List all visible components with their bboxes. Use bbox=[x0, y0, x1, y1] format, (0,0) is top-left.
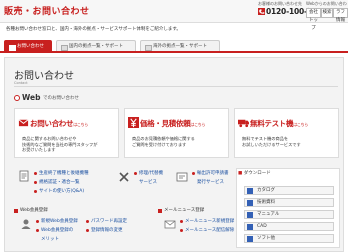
card-here-link[interactable]: はこちら bbox=[293, 122, 308, 127]
contact-card[interactable]: お問い合わせはこちら 商品に関するお問い合わせや 技術的なご質問を当社の専門スタ… bbox=[14, 108, 119, 158]
quote-card[interactable]: 価格・見積依頼はこちら 商品のお見積依頼や価格に関する ご質問を受け付けておりま… bbox=[124, 108, 229, 158]
web-member-heading: Web会員登録 bbox=[20, 208, 48, 213]
card-here-link[interactable]: はこちら bbox=[190, 122, 205, 127]
tab-label: お問い合わせ bbox=[17, 44, 44, 49]
link-bullet bbox=[34, 181, 37, 184]
title-divider bbox=[14, 86, 338, 87]
web-heading: Web bbox=[22, 93, 41, 102]
link-bullet bbox=[86, 220, 89, 223]
download-manual[interactable]: マニュアル bbox=[244, 210, 334, 219]
link-bullet bbox=[180, 229, 183, 232]
truck-icon bbox=[238, 119, 249, 128]
square-bullet-icon: ■ bbox=[238, 171, 243, 176]
download-label: CAD bbox=[257, 224, 267, 229]
new-member-link[interactable]: 新規Web会員登録 bbox=[41, 218, 78, 224]
download-software[interactable]: ソフト他 bbox=[244, 234, 334, 243]
member-benefits-link[interactable]: Web会員登録の bbox=[41, 227, 73, 233]
download-label: ソフト他 bbox=[257, 236, 275, 241]
bullet-icon bbox=[158, 209, 162, 213]
link-bullet bbox=[34, 172, 37, 175]
card-title-text: お問い合わせ bbox=[30, 119, 74, 128]
card-title-text: 価格・見積依頼 bbox=[140, 119, 191, 128]
company-top-button[interactable]: 会社トップ bbox=[306, 8, 321, 31]
certification-link[interactable]: 規格認証・適合一覧 bbox=[39, 179, 80, 185]
link-bullet bbox=[134, 172, 137, 175]
yen-icon bbox=[128, 117, 139, 128]
download-label: 技術資料 bbox=[257, 200, 275, 205]
link-bullet bbox=[34, 190, 37, 193]
export-permit-link[interactable]: 輸出許可申請書 bbox=[197, 170, 229, 176]
page-title: 販売・お問い合わせ bbox=[4, 7, 90, 17]
download-technical[interactable]: 技術資料 bbox=[244, 198, 334, 207]
repair-service-link[interactable]: 修理/代替機 bbox=[139, 170, 163, 176]
manual-icon bbox=[247, 212, 253, 218]
tab-underline bbox=[0, 51, 348, 53]
download-heading: ■ ダウンロード bbox=[238, 170, 271, 176]
repair-service-link-line2[interactable]: サービス bbox=[139, 179, 157, 185]
bullet-icon bbox=[14, 209, 18, 213]
link-bullet bbox=[180, 220, 183, 223]
catalog-icon bbox=[247, 188, 253, 194]
export-permit-link-line2[interactable]: 発行サービス bbox=[197, 179, 224, 185]
update-info-link[interactable]: 登録情報の変更 bbox=[91, 227, 123, 233]
user-icon bbox=[21, 219, 31, 229]
download-label: カタログ bbox=[257, 188, 275, 193]
tab-label: 海外の拠点一覧・サポート bbox=[153, 44, 207, 49]
link-bullet bbox=[192, 172, 195, 175]
news-unsubscribe-link[interactable]: メールニュース配信解除 bbox=[185, 227, 234, 233]
card-title: 価格・見積依頼はこちら bbox=[140, 118, 206, 129]
card-desc-line: お試しいただけるサービスです bbox=[242, 141, 301, 147]
news-subscribe-link[interactable]: メールニュース新規登録 bbox=[185, 218, 234, 224]
tab-label: 国内の拠点一覧・サポート bbox=[69, 44, 123, 49]
mail-icon bbox=[18, 119, 29, 127]
search-button[interactable]: 検索 bbox=[321, 8, 333, 18]
card-desc-line: お受けいたします bbox=[22, 147, 56, 152]
software-icon bbox=[247, 236, 253, 242]
download-label: マニュアル bbox=[257, 212, 280, 217]
bullet-icon bbox=[14, 95, 20, 101]
tools-icon bbox=[119, 172, 129, 182]
password-reset-link[interactable]: パスワード再設定 bbox=[91, 218, 127, 224]
download-cad[interactable]: CAD bbox=[244, 222, 334, 231]
phone-icon bbox=[258, 8, 265, 15]
card-title: お問い合わせはこちら bbox=[30, 118, 88, 129]
discontinued-models-link[interactable]: 生産終了機種と後継機種 bbox=[39, 170, 89, 176]
export-icon bbox=[176, 172, 188, 182]
link-bullet bbox=[36, 220, 39, 223]
news-heading: メールニュース登録 bbox=[164, 208, 205, 213]
card-here-link[interactable]: はこちら bbox=[73, 122, 88, 127]
intro-text: 各種お問い合わせ窓口と、国内・海外の拠点・サービスサポート体制をご紹介します。 bbox=[6, 27, 181, 32]
section-subtitle: Contact bbox=[14, 81, 28, 85]
section-title: お問い合わせ bbox=[14, 71, 74, 82]
info-button[interactable]: ラフ情報 bbox=[333, 8, 348, 23]
member-benefits-link-line2[interactable]: メリット bbox=[41, 236, 59, 242]
download-catalog[interactable]: カタログ bbox=[244, 186, 334, 195]
document-icon bbox=[19, 170, 29, 182]
technical-doc-icon bbox=[247, 200, 253, 206]
card-description: 商品に関するお問い合わせや 技術的なご質問を当社の専門スタッフが お受けいたしま… bbox=[22, 136, 97, 153]
web-heading-suffix: でのお問い合わせ bbox=[43, 96, 79, 101]
site-usage-link[interactable]: サイトの使い方(Q&A) bbox=[39, 188, 84, 194]
envelope-icon bbox=[164, 220, 176, 229]
link-bullet bbox=[86, 229, 89, 232]
card-desc-line: ご質問を受け付けております bbox=[132, 141, 187, 147]
card-title: 無料テスト機はこちら bbox=[250, 118, 308, 129]
test-device-card[interactable]: 無料テスト機はこちら 無料でテスト機の商品を お試しいただけるサービスです bbox=[234, 108, 339, 158]
card-desc-line: 商品のお見積依頼や価格に関する bbox=[132, 136, 195, 141]
link-bullet bbox=[36, 229, 39, 232]
download-title: ダウンロード bbox=[243, 171, 271, 176]
card-description: 商品のお見積依頼や価格に関する ご質問を受け付けております bbox=[132, 136, 195, 147]
cad-icon bbox=[247, 224, 253, 230]
card-description: 無料でテスト機の商品を お試しいただけるサービスです bbox=[242, 136, 301, 147]
card-title-text: 無料テスト機 bbox=[250, 119, 294, 128]
